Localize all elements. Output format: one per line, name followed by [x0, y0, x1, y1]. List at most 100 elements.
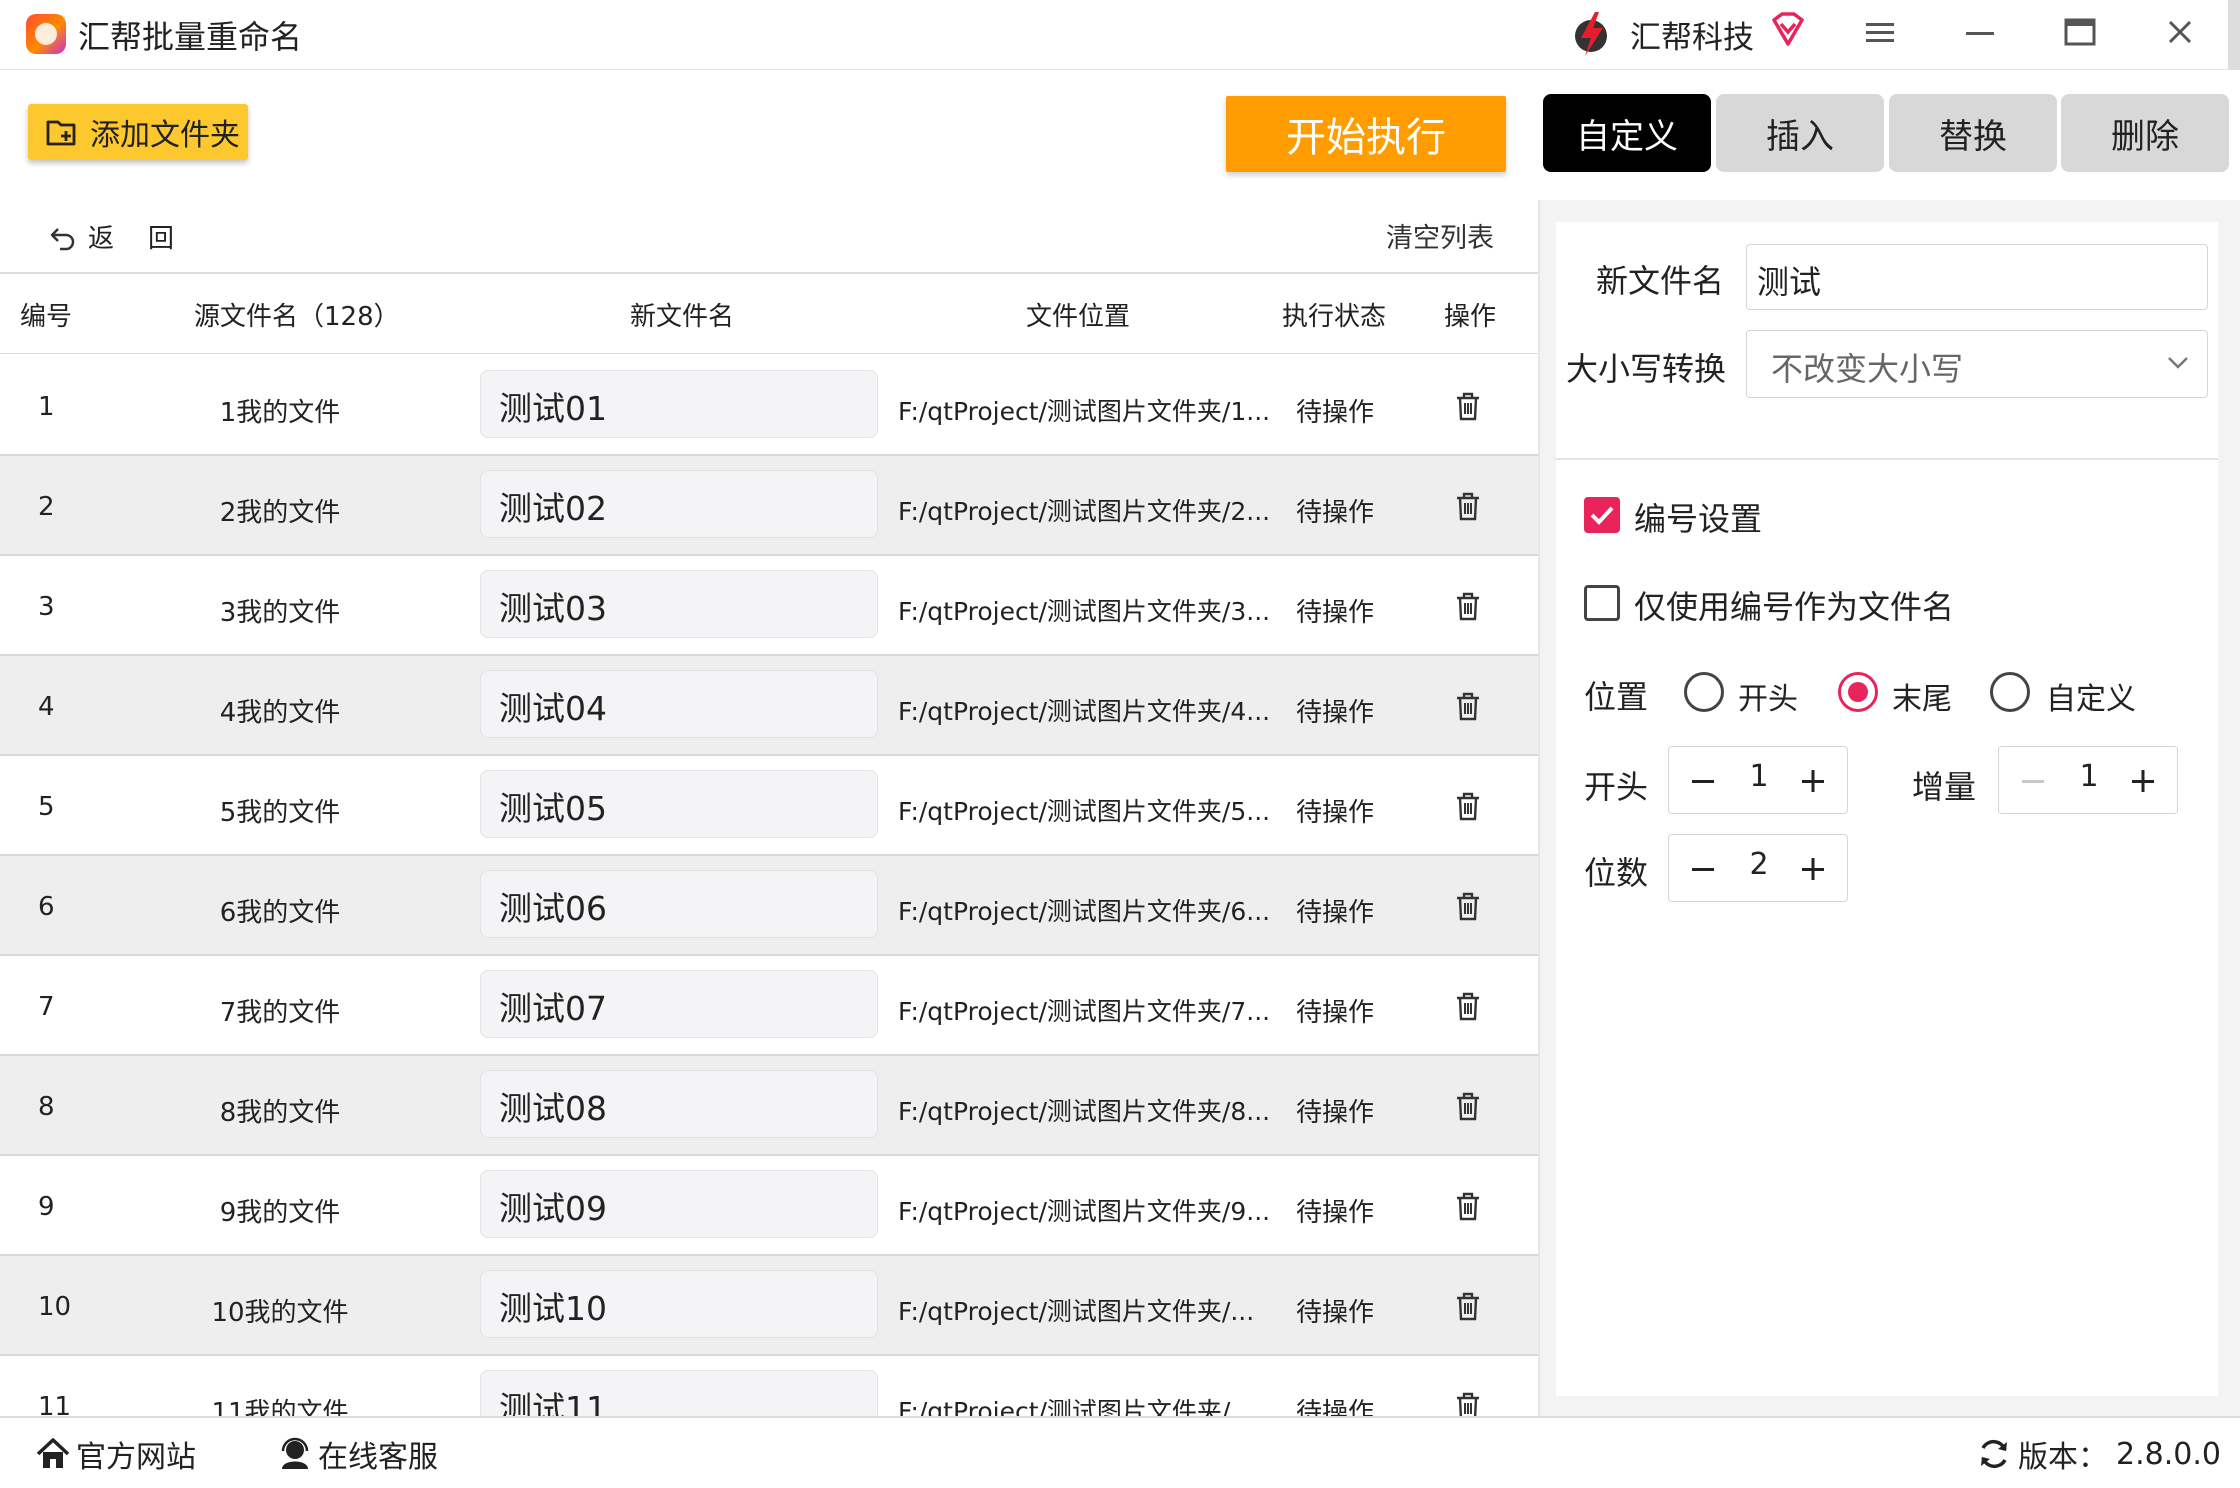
row-index: 2	[38, 492, 55, 522]
trash-icon[interactable]	[1452, 790, 1484, 822]
position-label: 位置	[1584, 678, 1649, 716]
brand-logo-icon	[1575, 12, 1607, 56]
row-new-name-input[interactable]: 测试04	[480, 670, 878, 738]
row-file-location: F:/qtProject/测试图片文件夹/...	[898, 1397, 1255, 1417]
numbering-settings-label: 编号设置	[1634, 500, 1763, 538]
row-file-location: F:/qtProject/测试图片文件夹/2...	[898, 497, 1271, 526]
header-action: 操作	[1444, 302, 1497, 332]
official-site-link[interactable]: 官方网站	[34, 1432, 196, 1476]
trash-icon[interactable]	[1452, 1390, 1484, 1417]
table-row[interactable]: 9 9我的文件 测试09 F:/qtProject/测试图片文件夹/9... 待操作	[0, 1156, 1538, 1256]
plus-icon[interactable]	[1799, 767, 1827, 795]
row-new-name-input[interactable]: 测试06	[480, 870, 878, 938]
minimize-icon[interactable]	[1962, 18, 1998, 48]
increment-label: 增量	[1912, 768, 1977, 806]
close-icon[interactable]	[2164, 16, 2196, 48]
position-option-end-label: 末尾	[1892, 682, 1952, 717]
new-name-input[interactable]: 测试	[1746, 244, 2208, 310]
table-row[interactable]: 8 8我的文件 测试08 F:/qtProject/测试图片文件夹/8... 待操作	[0, 1056, 1538, 1156]
version-info: 版本： 2.8.0.0	[1976, 1432, 2221, 1476]
row-new-name-input[interactable]: 测试07	[480, 970, 878, 1038]
start-number-stepper: 1	[1668, 746, 1848, 814]
row-status: 待操作	[1296, 498, 1375, 528]
app-title: 汇帮批量重命名	[78, 18, 303, 56]
row-source-name: 7我的文件	[219, 998, 341, 1028]
row-new-name-input[interactable]: 测试10	[480, 1270, 878, 1338]
plus-icon[interactable]	[1799, 855, 1827, 883]
vip-diamond-icon[interactable]	[1768, 10, 1808, 50]
start-execute-button[interactable]: 开始执行	[1226, 96, 1506, 172]
row-index: 1	[38, 392, 55, 422]
row-file-location: F:/qtProject/测试图片文件夹/1...	[898, 397, 1271, 426]
row-source-name: 11我的文件	[211, 1398, 349, 1417]
table-row[interactable]: 11 11我的文件 测试11 F:/qtProject/测试图片文件夹/... 待操作	[0, 1356, 1538, 1417]
settings-divider	[1556, 458, 2218, 460]
row-file-location: F:/qtProject/测试图片文件夹/...	[898, 1297, 1255, 1326]
trash-icon[interactable]	[1452, 990, 1484, 1022]
back-arrow-icon	[50, 228, 75, 251]
table-header: 编号 源文件名（128） 新文件名 文件位置 执行状态 操作	[0, 274, 1538, 354]
row-file-location: F:/qtProject/测试图片文件夹/6...	[898, 897, 1271, 926]
checkmark-icon	[1590, 506, 1614, 525]
row-index: 6	[38, 892, 55, 922]
table-row[interactable]: 5 5我的文件 测试05 F:/qtProject/测试图片文件夹/5... 待操作	[0, 756, 1538, 856]
row-new-name-input[interactable]: 测试01	[480, 370, 878, 438]
tab-insert[interactable]: 插入	[1716, 94, 1884, 172]
table-row[interactable]: 10 10我的文件 测试10 F:/qtProject/测试图片文件夹/... 待操作	[0, 1256, 1538, 1356]
row-file-location: F:/qtProject/测试图片文件夹/5...	[898, 797, 1271, 826]
row-status: 待操作	[1296, 698, 1375, 728]
trash-icon[interactable]	[1452, 690, 1484, 722]
file-table: 编号 源文件名（128） 新文件名 文件位置 执行状态 操作 1 1我的文件 测试0…	[0, 272, 1538, 1417]
digits-label: 位数	[1584, 854, 1649, 892]
table-row[interactable]: 1 1我的文件 测试01 F:/qtProject/测试图片文件夹/1... 待操作	[0, 356, 1538, 456]
back-button[interactable]: 返回	[48, 216, 208, 256]
row-status: 待操作	[1296, 998, 1375, 1028]
plus-icon[interactable]	[2129, 767, 2157, 795]
trash-icon[interactable]	[1452, 1190, 1484, 1222]
row-index: 11	[38, 1392, 72, 1417]
case-conversion-label: 大小写转换	[1566, 350, 1727, 388]
row-new-name-input[interactable]: 测试03	[480, 570, 878, 638]
header-location: 文件位置	[1026, 302, 1131, 332]
row-status: 待操作	[1296, 898, 1375, 928]
row-source-name: 6我的文件	[219, 898, 341, 928]
clear-list-button[interactable]: 清空列表	[1386, 216, 1494, 255]
numbering-settings-checkbox[interactable]	[1584, 497, 1620, 533]
online-service-link[interactable]: 在线客服	[276, 1432, 438, 1476]
table-row[interactable]: 2 2我的文件 测试02 F:/qtProject/测试图片文件夹/2... 待操作	[0, 456, 1538, 556]
row-source-name: 2我的文件	[219, 498, 341, 528]
row-new-name-input[interactable]: 测试11	[480, 1370, 878, 1417]
row-new-name-input[interactable]: 测试02	[480, 470, 878, 538]
only-number-checkbox[interactable]	[1584, 585, 1620, 621]
row-new-name-input[interactable]: 测试09	[480, 1170, 878, 1238]
menu-icon[interactable]	[1862, 18, 1898, 48]
trash-icon[interactable]	[1452, 1090, 1484, 1122]
table-row[interactable]: 3 3我的文件 测试03 F:/qtProject/测试图片文件夹/3... 待操作	[0, 556, 1538, 656]
trash-icon[interactable]	[1452, 390, 1484, 422]
trash-icon[interactable]	[1452, 890, 1484, 922]
trash-icon[interactable]	[1452, 1290, 1484, 1322]
position-radio-custom[interactable]	[1990, 672, 2030, 712]
case-conversion-select[interactable]: 不改变大小写	[1746, 330, 2208, 398]
tab-custom[interactable]: 自定义	[1543, 94, 1711, 172]
table-row[interactable]: 4 4我的文件 测试04 F:/qtProject/测试图片文件夹/4... 待操作	[0, 656, 1538, 756]
add-folder-button[interactable]: 添加文件夹	[28, 104, 248, 160]
refresh-icon[interactable]	[1976, 1436, 2012, 1472]
row-source-name: 8我的文件	[219, 1098, 341, 1128]
new-name-label: 新文件名	[1596, 262, 1725, 300]
row-new-name-input[interactable]: 测试08	[480, 1070, 878, 1138]
trash-icon[interactable]	[1452, 590, 1484, 622]
tab-replace[interactable]: 替换	[1889, 94, 2057, 172]
official-site-label: 官方网站	[76, 1440, 196, 1475]
customer-service-icon	[281, 1437, 309, 1469]
tab-delete[interactable]: 删除	[2061, 94, 2229, 172]
table-row[interactable]: 6 6我的文件 测试06 F:/qtProject/测试图片文件夹/6... 待操作	[0, 856, 1538, 956]
row-new-name-input[interactable]: 测试05	[480, 770, 878, 838]
row-index: 10	[38, 1292, 72, 1322]
table-row[interactable]: 7 7我的文件 测试07 F:/qtProject/测试图片文件夹/7... 待操作	[0, 956, 1538, 1056]
maximize-icon[interactable]	[2062, 16, 2098, 48]
increment-stepper: 1	[1998, 746, 2178, 814]
position-radio-end[interactable]	[1838, 672, 1878, 712]
trash-icon[interactable]	[1452, 490, 1484, 522]
position-radio-start[interactable]	[1684, 672, 1724, 712]
